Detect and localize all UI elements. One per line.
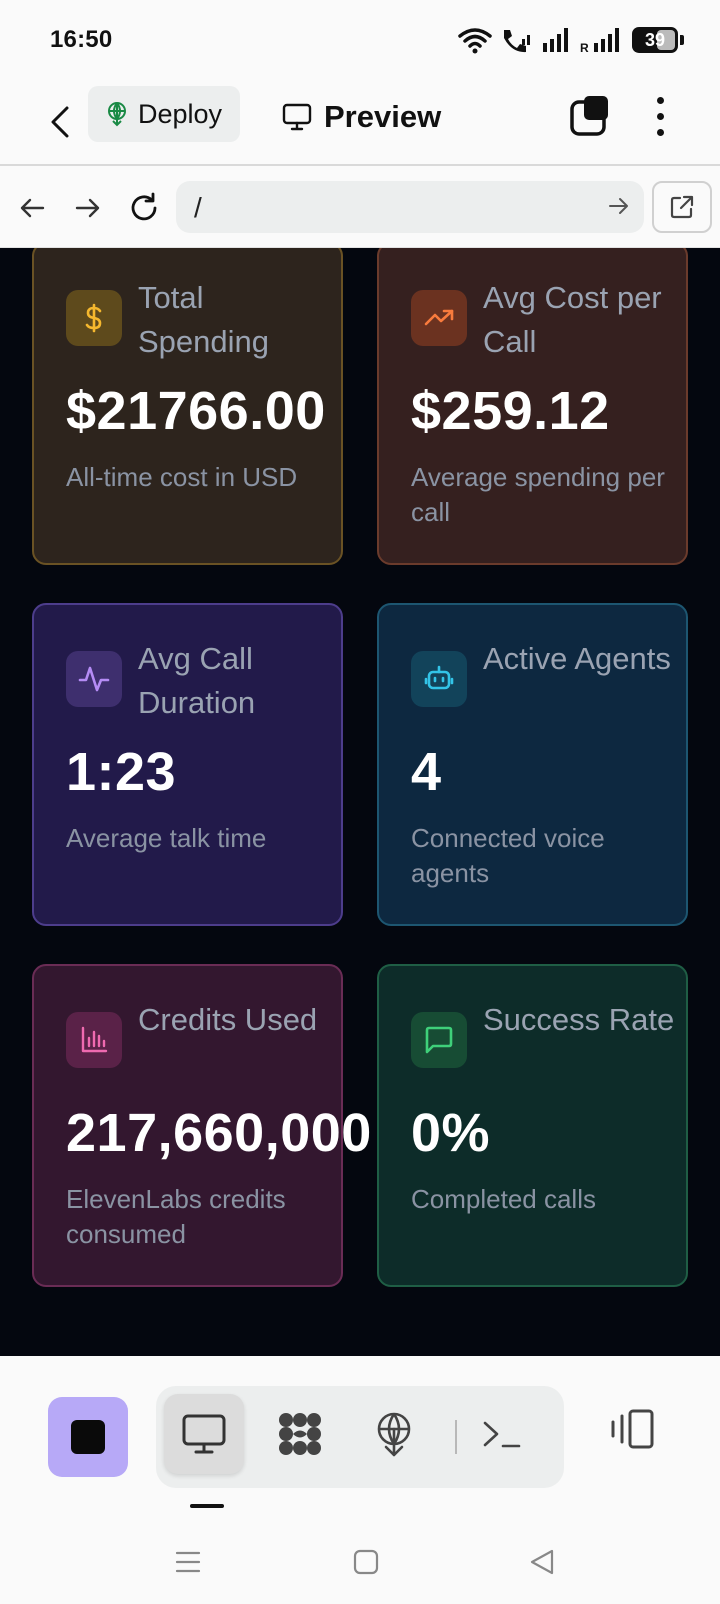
deploy-icon bbox=[377, 1412, 411, 1457]
monitor-icon bbox=[282, 103, 312, 131]
card-title: Avg Cost per Call bbox=[483, 280, 662, 359]
activity-icon bbox=[66, 651, 122, 707]
tabs-button[interactable] bbox=[568, 94, 612, 138]
card-value: $259.12 bbox=[411, 381, 610, 441]
total-spending-card: Total Spending $21766.00 All-time cost i… bbox=[32, 248, 343, 565]
preview-label: Preview bbox=[324, 99, 442, 134]
external-link-icon bbox=[670, 195, 694, 219]
triangle-back-icon bbox=[530, 1549, 554, 1575]
device-switch-icon bbox=[611, 1409, 654, 1449]
bot-icon bbox=[411, 651, 467, 707]
back-button[interactable] bbox=[40, 100, 80, 144]
deploy-button[interactable]: Deploy bbox=[88, 86, 240, 142]
card-title: Credits Used bbox=[138, 1002, 318, 1037]
avg-call-duration-card: Avg Call Duration 1:23 Average talk time bbox=[32, 603, 343, 926]
deploy-icon bbox=[108, 102, 126, 127]
chevron-left-icon bbox=[51, 106, 69, 138]
wifi-call-icon bbox=[504, 30, 530, 53]
status-icons: R 39 bbox=[458, 24, 684, 56]
card-description: Connected voice agents bbox=[411, 823, 605, 888]
home-square-icon bbox=[353, 1549, 379, 1575]
terminal-icon bbox=[483, 1421, 521, 1448]
active-tab-indicator bbox=[190, 1504, 224, 1508]
home-button[interactable] bbox=[348, 1544, 384, 1580]
system-nav-bar bbox=[0, 1518, 720, 1604]
card-description: Average spending per call bbox=[411, 462, 665, 527]
status-time: 16:50 bbox=[50, 26, 113, 53]
stop-button[interactable] bbox=[48, 1397, 128, 1477]
battery-level: 39 bbox=[644, 29, 666, 50]
success-rate-card: Success Rate 0% Completed calls bbox=[377, 964, 688, 1287]
card-description: ElevenLabs credits consumed bbox=[66, 1184, 286, 1249]
go-arrow-icon[interactable] bbox=[608, 195, 630, 217]
card-value: 217,660,000 bbox=[66, 1103, 372, 1163]
browser-back-button[interactable] bbox=[10, 186, 54, 230]
dashboard-preview[interactable]: Total Spending $21766.00 All-time cost i… bbox=[0, 248, 720, 1356]
wifi-icon bbox=[458, 28, 492, 54]
recents-button[interactable] bbox=[170, 1544, 206, 1580]
card-description: Completed calls bbox=[411, 1184, 596, 1214]
card-title: Active Agents bbox=[483, 641, 671, 676]
avg-cost-card: Avg Cost per Call $259.12 Average spendi… bbox=[377, 248, 688, 565]
battery-icon: 39 bbox=[632, 27, 678, 53]
card-title: Total Spending bbox=[138, 280, 270, 359]
browser-bar: / bbox=[0, 166, 720, 248]
console-button[interactable] bbox=[462, 1394, 542, 1474]
bottom-toolbar bbox=[0, 1356, 720, 1518]
menu-icon bbox=[175, 1551, 201, 1573]
svg-text:R: R bbox=[580, 41, 589, 53]
open-external-button[interactable] bbox=[652, 181, 712, 233]
reload-icon bbox=[131, 192, 157, 221]
tabs-icon bbox=[570, 96, 608, 136]
card-value: 4 bbox=[411, 742, 442, 802]
url-text: / bbox=[194, 192, 202, 223]
view-switcher bbox=[156, 1386, 564, 1488]
status-bar: 16:50 R 39 bbox=[0, 0, 720, 78]
app-header: Deploy Preview bbox=[0, 78, 720, 166]
stop-icon bbox=[71, 1420, 105, 1454]
monitor-icon bbox=[182, 1414, 226, 1454]
trending-up-icon bbox=[411, 290, 467, 346]
browser-forward-button[interactable] bbox=[66, 186, 110, 230]
card-title: Success Rate bbox=[483, 1002, 675, 1037]
reload-button[interactable] bbox=[122, 186, 166, 230]
card-value: $21766.00 bbox=[66, 381, 326, 441]
active-agents-card: Active Agents 4 Connected voice agents bbox=[377, 603, 688, 926]
card-description: Average talk time bbox=[66, 823, 267, 853]
nodes-icon bbox=[279, 1413, 321, 1455]
preview-view-button[interactable] bbox=[164, 1394, 244, 1474]
system-back-button[interactable] bbox=[524, 1544, 560, 1580]
signal-icon bbox=[543, 28, 568, 52]
arrow-left-icon bbox=[20, 198, 45, 218]
card-description: All-time cost in USD bbox=[66, 462, 298, 492]
deploy-label: Deploy bbox=[138, 98, 223, 129]
toolbar-divider bbox=[455, 1420, 457, 1454]
preview-tab[interactable]: Preview bbox=[282, 92, 441, 142]
code-graph-button[interactable] bbox=[260, 1394, 340, 1474]
card-value: 1:23 bbox=[66, 742, 177, 802]
arrow-right-icon bbox=[75, 198, 100, 218]
message-square-icon bbox=[411, 1012, 467, 1068]
credits-used-card: Credits Used 217,660,000 ElevenLabs cred… bbox=[32, 964, 371, 1287]
roaming-signal-icon: R bbox=[580, 28, 619, 53]
card-title: Avg Call Duration bbox=[138, 641, 256, 720]
dollar-icon bbox=[66, 290, 122, 346]
more-options-button[interactable] bbox=[644, 94, 676, 138]
deploy-view-button[interactable] bbox=[354, 1394, 434, 1474]
card-value: 0% bbox=[411, 1103, 491, 1163]
url-field[interactable]: / bbox=[176, 181, 644, 233]
bar-chart-icon bbox=[66, 1012, 122, 1068]
device-toggle-button[interactable] bbox=[608, 1404, 658, 1454]
